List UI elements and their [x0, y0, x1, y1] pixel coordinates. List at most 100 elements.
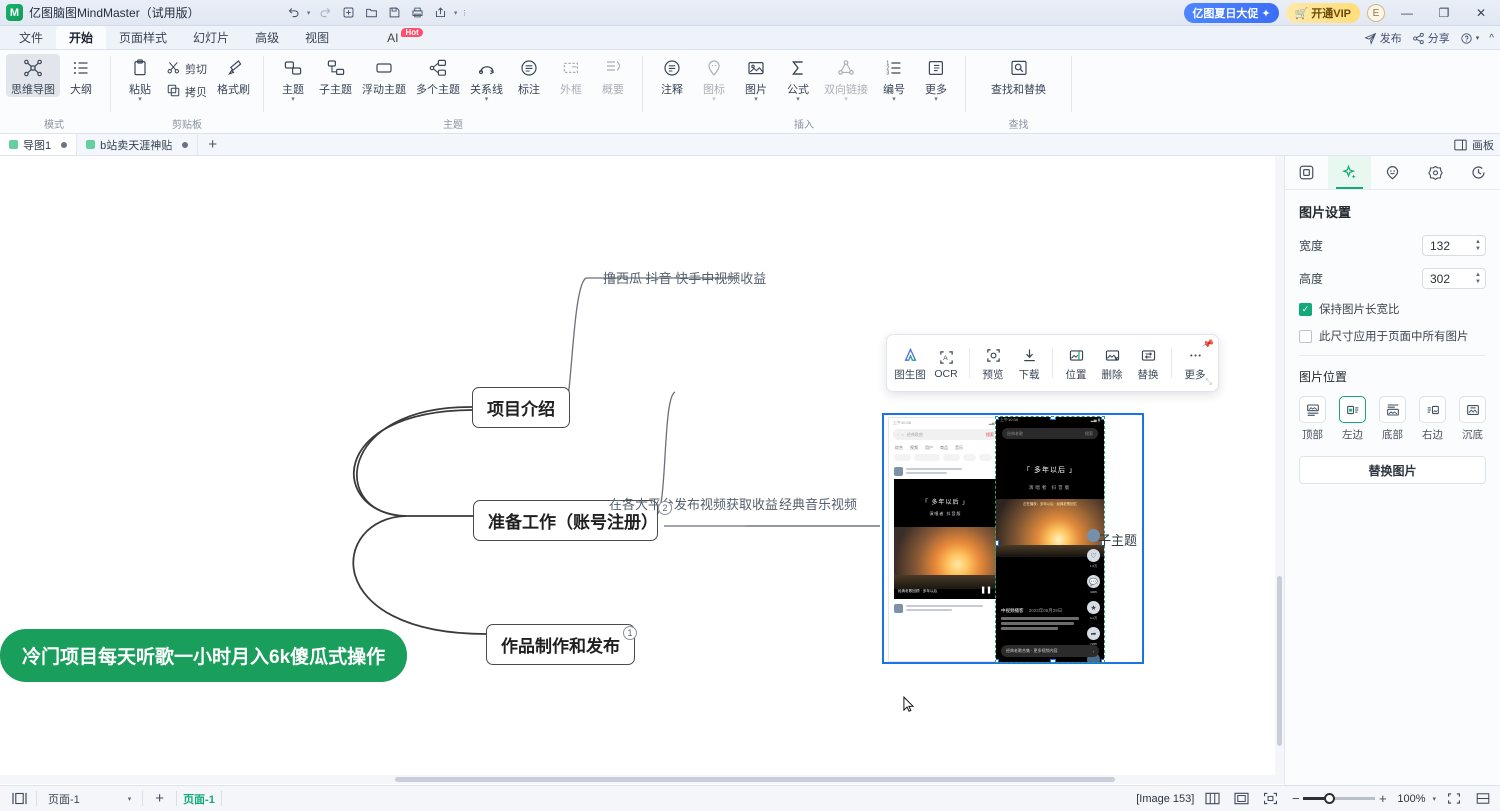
resize-handle-nw[interactable] [996, 417, 999, 420]
more-caret-icon[interactable]: ▾ [934, 97, 938, 104]
export-caret-icon[interactable]: ▾ [452, 9, 460, 17]
redo-button[interactable] [316, 3, 336, 22]
resize-handle-n[interactable] [1050, 417, 1056, 420]
add-page-button[interactable]: + [149, 790, 170, 807]
doc-tab-1[interactable]: b站卖天涯神贴 [77, 134, 198, 155]
height-input[interactable] [1423, 272, 1467, 286]
canvas-vertical-scroll-thumb[interactable] [1277, 576, 1282, 746]
canvas-horizontal-scrollbar[interactable] [0, 775, 1284, 784]
ribbon-find-replace-button[interactable]: 查找和替换 [986, 54, 1051, 97]
height-spinner[interactable]: ▲▼ [1422, 268, 1486, 289]
picture-caret-icon[interactable]: ▾ [754, 97, 758, 104]
width-stepper[interactable]: ▲▼ [1475, 239, 1485, 252]
icon-marker-caret-icon[interactable]: ▾ [712, 97, 716, 104]
tab-ai[interactable] [1328, 156, 1371, 189]
print-button[interactable] [408, 3, 428, 22]
resize-handle-sw[interactable] [996, 659, 999, 662]
share-button[interactable]: 分享 [1412, 30, 1450, 46]
keep-ratio-row[interactable]: ✓ 保持图片长宽比 [1299, 301, 1486, 317]
zoom-out-button[interactable]: − [1288, 791, 1303, 806]
page-view-icon[interactable] [8, 789, 30, 808]
apply-all-row[interactable]: 此尺寸应用于页面中所有图片 [1299, 328, 1486, 344]
menu-tab-slideshow[interactable]: 幻灯片 [180, 26, 242, 49]
tab-marker[interactable] [1371, 156, 1414, 189]
position-option-top[interactable]: 顶部 [1299, 396, 1326, 442]
formula-caret-icon[interactable]: ▾ [796, 97, 800, 104]
maximize-button[interactable]: ❐ [1429, 0, 1459, 26]
vip-button[interactable]: 🛒 开通VIP [1286, 3, 1360, 23]
ribbon-numbering-button[interactable]: 123 编号 ▾ [873, 54, 915, 104]
menu-tab-home[interactable]: 开始 [56, 26, 106, 49]
ribbon-format-painter-button[interactable]: 格式刷 [212, 54, 255, 97]
ribbon-picture-button[interactable]: 图片 ▾ [735, 54, 777, 104]
image-ocr-button[interactable]: A OCR [929, 344, 963, 382]
height-stepper[interactable]: ▲▼ [1475, 272, 1485, 285]
position-option-left[interactable]: 左边 [1339, 396, 1366, 442]
badge-preparation[interactable]: 2 [658, 501, 672, 515]
ribbon-copy-button[interactable]: 拷贝 [161, 81, 212, 103]
help-button[interactable]: ▾ [1460, 32, 1480, 45]
canvas-horizontal-scroll-thumb[interactable] [395, 777, 1115, 782]
ribbon-formula-button[interactable]: 公式 ▾ [777, 54, 819, 104]
badge-production[interactable]: 1 [623, 626, 637, 640]
branch-label-income[interactable]: 撸西瓜 抖音 快手中视频收益 [603, 268, 766, 287]
columns-view-icon[interactable] [1201, 789, 1223, 808]
split-icon[interactable] [1472, 789, 1494, 808]
resize-handle-s[interactable] [1050, 659, 1056, 662]
topic-caret-icon[interactable]: ▾ [291, 97, 295, 104]
menu-tab-advanced[interactable]: 高级 [242, 26, 292, 49]
image-ai-generate-button[interactable]: 图生图 [893, 343, 927, 384]
ribbon-boundary-button[interactable]: 外框 [550, 54, 592, 97]
undo-button[interactable] [284, 3, 304, 22]
paste-caret-icon[interactable]: ▾ [138, 97, 142, 104]
zoom-track[interactable] [1303, 797, 1375, 800]
ribbon-comment-button[interactable]: 注释 [651, 54, 693, 97]
ribbon-summary-button[interactable]: 概要 [592, 54, 634, 97]
mindmap-root-node[interactable]: 冷门项目每天听歌一小时月入6k傻瓜式操作 [0, 629, 407, 682]
current-page-label[interactable]: 页面-1 [183, 791, 215, 807]
collapse-ribbon-button[interactable]: ^ [1489, 33, 1494, 44]
page-selector[interactable]: 页面-1 ▾ [43, 789, 136, 809]
chevron-down-icon[interactable]: ▾ [128, 795, 132, 803]
help-caret-icon[interactable]: ▾ [1476, 34, 1480, 42]
new-button[interactable] [339, 3, 359, 22]
resize-handle-ne[interactable] [1101, 417, 1104, 420]
image-position-button[interactable]: 位置 [1059, 343, 1093, 384]
doc-tab-0[interactable]: 导图1 [0, 134, 77, 155]
ribbon-mindmap-button[interactable]: 思维导图 [6, 54, 60, 97]
avatar[interactable]: E [1367, 4, 1385, 22]
image-replace-button[interactable]: 替换 [1131, 343, 1165, 384]
image-download-button[interactable]: 下载 [1012, 343, 1046, 384]
ribbon-subtopic-button[interactable]: 子主题 [314, 54, 357, 97]
ribbon-paste-button[interactable]: 粘贴 ▾ [119, 54, 161, 104]
export-button[interactable] [431, 3, 451, 22]
apply-all-checkbox[interactable] [1299, 330, 1312, 343]
width-input[interactable] [1423, 239, 1467, 253]
panel-toggle-button[interactable]: 画板 [1454, 134, 1494, 156]
branch-label-music[interactable]: 经典音乐视频 [779, 494, 857, 513]
replace-image-button[interactable]: 替换图片 [1299, 456, 1486, 484]
branch-label-platform[interactable]: 在各大平台发布视频获取收益 [609, 494, 778, 513]
canvas-vertical-scrollbar[interactable] [1275, 156, 1284, 775]
position-option-background[interactable]: 沉底 [1459, 396, 1486, 442]
tab-settings[interactable] [1414, 156, 1457, 189]
menu-tab-ai[interactable]: AI Hot [374, 26, 436, 49]
ribbon-cut-button[interactable]: 剪切 [161, 58, 212, 80]
ribbon-multi-topic-button[interactable]: 多个主题 [411, 54, 465, 97]
fullscreen-icon[interactable] [1443, 789, 1465, 808]
resize-handle-w[interactable] [996, 540, 999, 546]
close-button[interactable]: ✕ [1466, 0, 1496, 26]
mindmap-canvas[interactable]: 冷门项目每天听歌一小时月入6k傻瓜式操作 项目介绍 准备工作（账号注册） 作品制… [0, 156, 1284, 785]
ribbon-outline-button[interactable]: 大纲 [60, 54, 102, 97]
ribbon-bidirectional-link-button[interactable]: 双向链接 ▾ [819, 54, 873, 104]
node-project-intro[interactable]: 项目介绍 [472, 387, 570, 428]
width-spinner[interactable]: ▲▼ [1422, 235, 1486, 256]
ribbon-more-button[interactable]: 更多 ▾ [915, 54, 957, 104]
image-preview-button[interactable]: 预览 [976, 343, 1010, 384]
resize-icon[interactable]: ⤡ [1206, 377, 1212, 387]
bidirectional-link-caret-icon[interactable]: ▾ [844, 97, 848, 104]
zoom-knob[interactable] [1324, 793, 1335, 804]
open-button[interactable] [362, 3, 382, 22]
ribbon-callout-button[interactable]: 标注 [508, 54, 550, 97]
ribbon-icon-marker-button[interactable]: 图标 ▾ [693, 54, 735, 104]
